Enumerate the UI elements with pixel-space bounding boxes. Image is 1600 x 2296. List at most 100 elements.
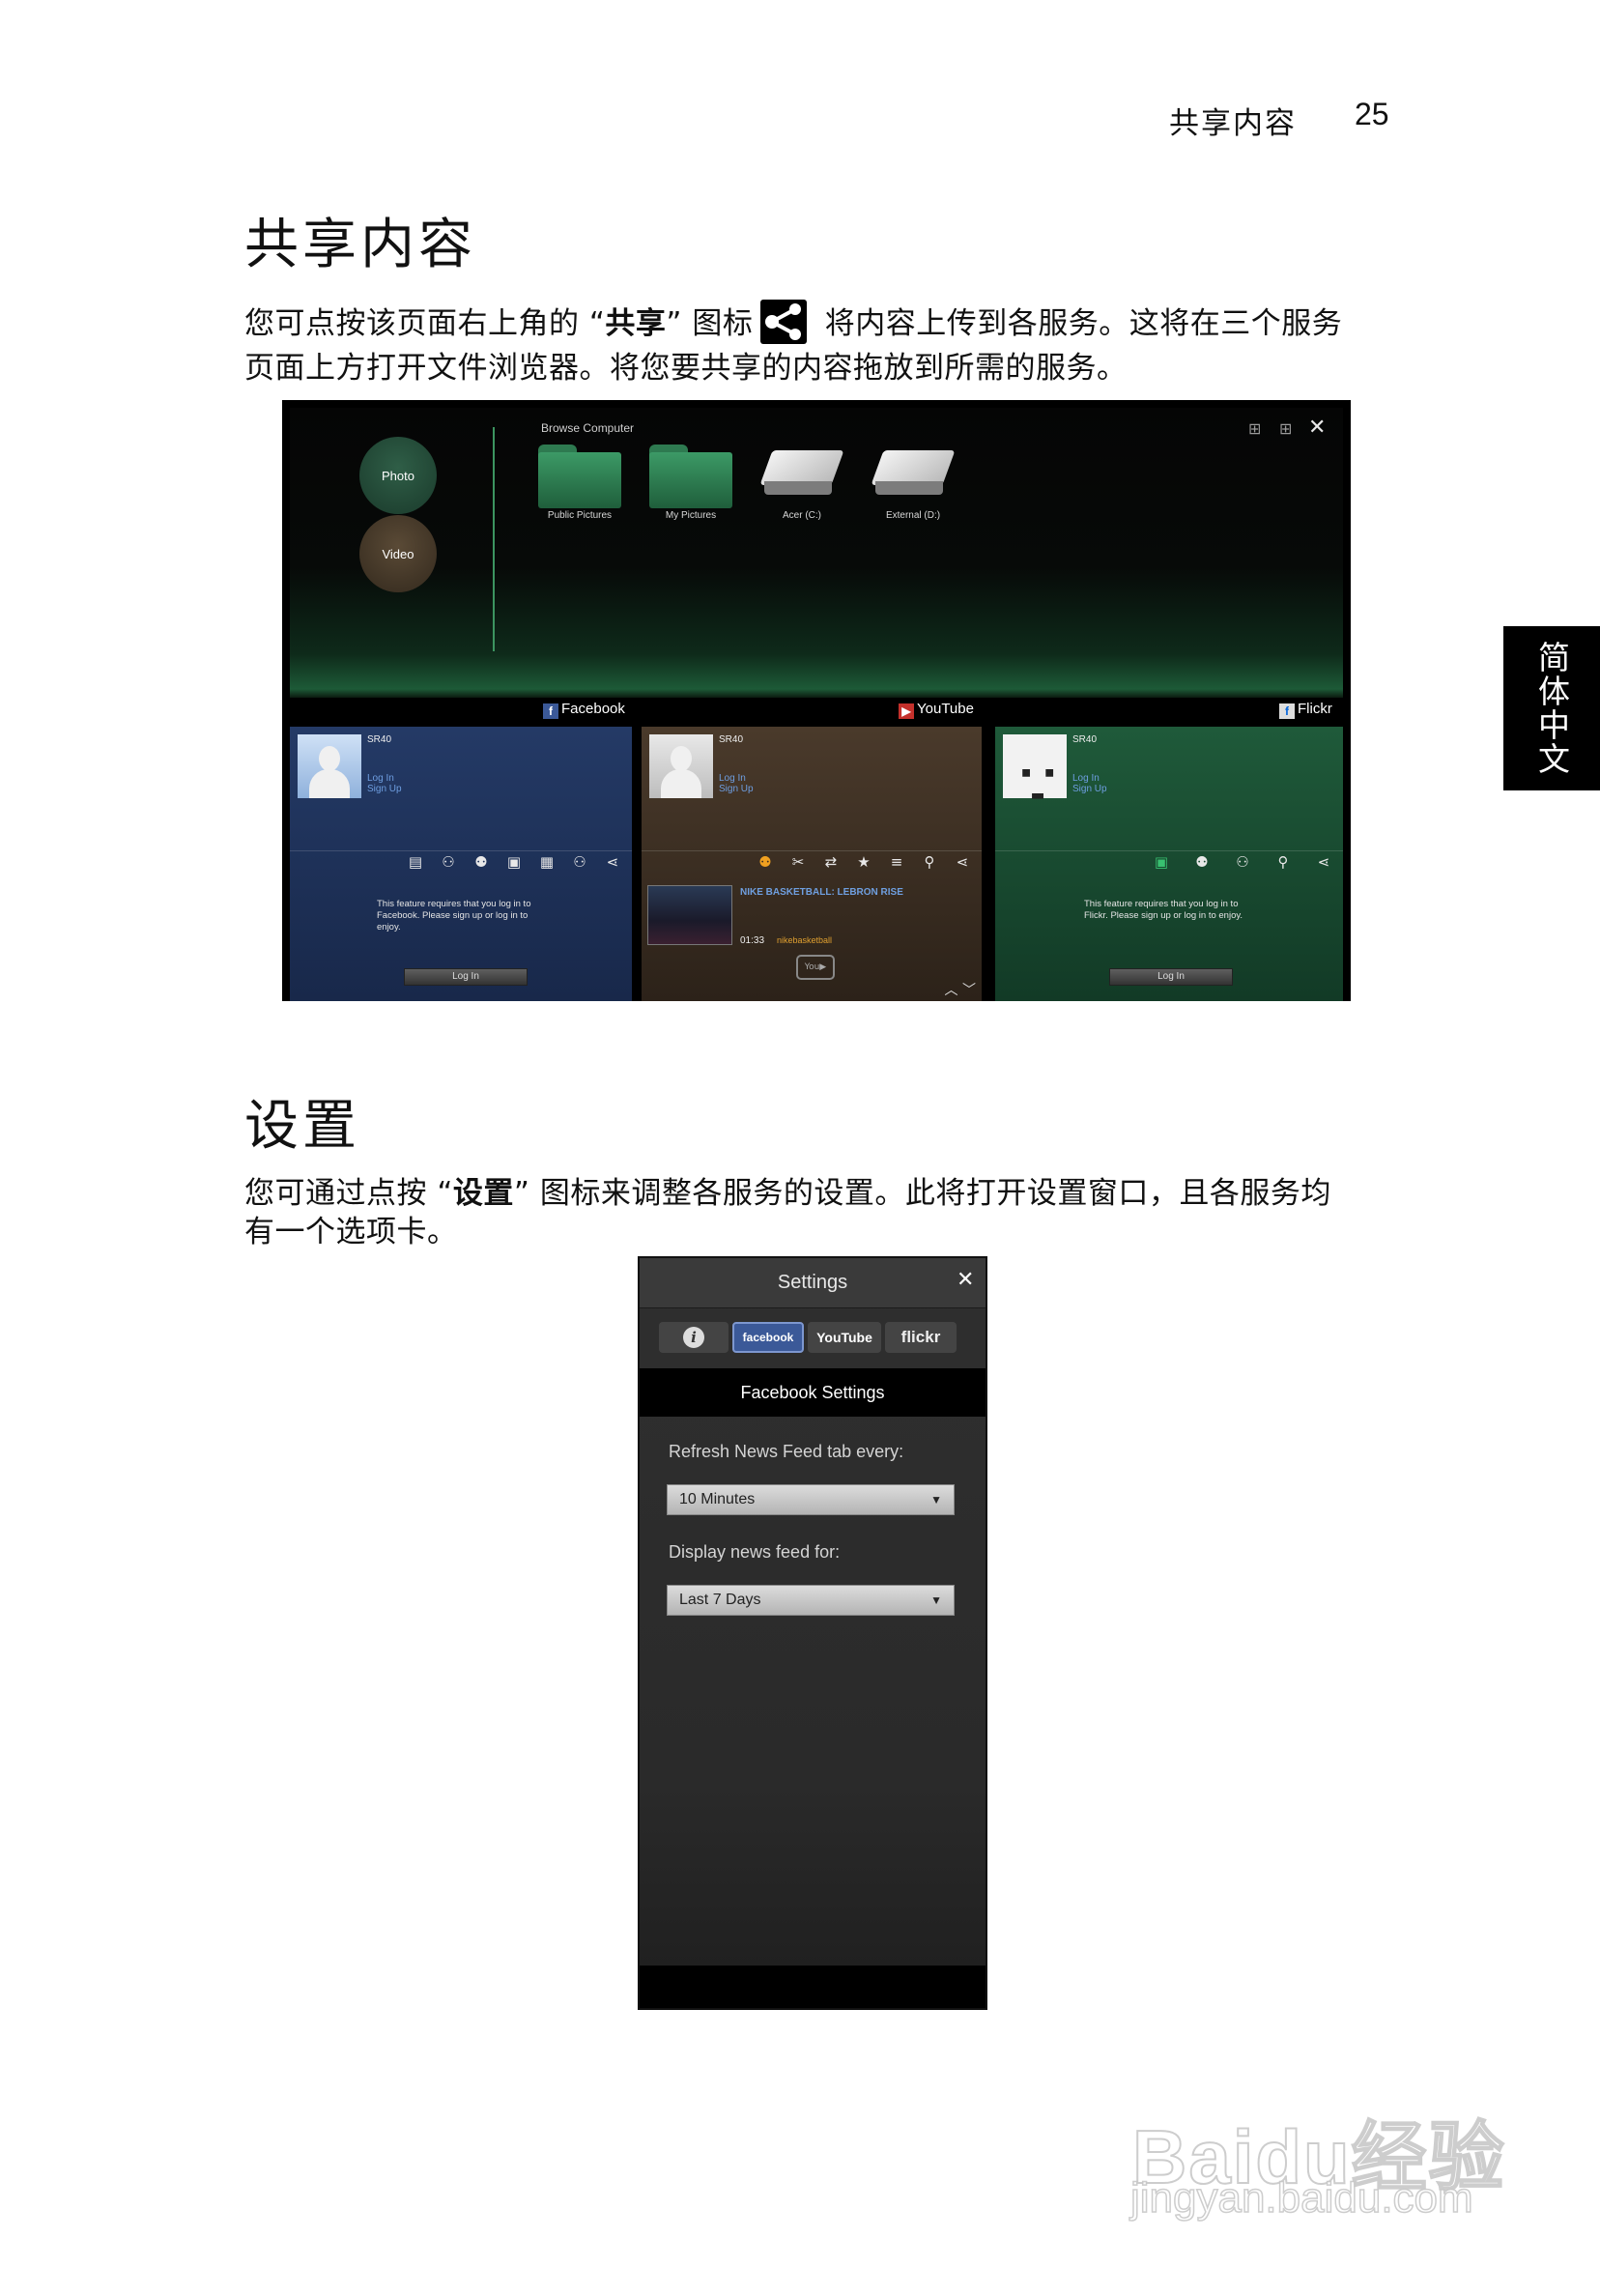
facebook-toolbar: ▤ ⚇ ⚉ ▣ ▦ ⚇ ⋖ bbox=[290, 850, 632, 872]
settings-section-title: Facebook Settings bbox=[640, 1368, 986, 1417]
language-side-tab: 简体中文 bbox=[1503, 626, 1600, 790]
settings-heading: 设置 bbox=[244, 1095, 360, 1158]
photo-button[interactable]: Photo bbox=[359, 437, 437, 514]
login-link[interactable]: Log In bbox=[719, 773, 754, 784]
login-notice: This feature requires that you log in to… bbox=[377, 899, 531, 933]
display-period-select[interactable]: Last 7 Days ▼ bbox=[667, 1585, 955, 1616]
signup-link[interactable]: Sign Up bbox=[1072, 784, 1107, 794]
drive-tile-external[interactable]: External (D:) bbox=[870, 445, 957, 521]
scroll-arrows-icon[interactable]: ︿ ﹀ bbox=[945, 980, 976, 999]
flickr-service-label: f Flickr bbox=[1279, 701, 1332, 719]
hard-drive-icon bbox=[759, 445, 844, 504]
settings-footer bbox=[640, 1966, 986, 2008]
refresh-label: Refresh News Feed tab every: bbox=[669, 1442, 904, 1461]
profile-icon[interactable]: ⚇ bbox=[572, 853, 587, 871]
settings-tabs: i facebook YouTube flickr bbox=[659, 1322, 970, 1353]
settings-title: Settings bbox=[777, 1272, 848, 1293]
account-links: Log In Sign Up bbox=[367, 773, 402, 794]
flickr-toolbar: ▣ ⚉ ⚇ ⚲ ⋖ bbox=[995, 850, 1343, 872]
subscriptions-icon[interactable]: ⚉ bbox=[757, 853, 773, 871]
list-icon[interactable]: ≡ bbox=[889, 853, 904, 871]
share-app-screenshot: Photo Video Browse Computer ⊞ ⊞ ✕ Public… bbox=[282, 400, 1351, 1001]
account-links: Log In Sign Up bbox=[719, 773, 754, 794]
tab-facebook[interactable]: facebook bbox=[732, 1322, 804, 1353]
upload-icon[interactable]: ⇄ bbox=[823, 853, 839, 871]
share-paragraph-line2: 页面上方打开文件浏览器。将您要共享的内容拖放到所需的服务。 bbox=[244, 351, 1128, 386]
folder-tile-my-pictures[interactable]: My Pictures bbox=[647, 445, 734, 521]
tile-label: External (D:) bbox=[885, 510, 941, 521]
flickr-panel[interactable]: ▪ ▪ ▬ SR40 Log In Sign Up ▣ ⚉ ⚇ ⚲ ⋖ This… bbox=[995, 727, 1343, 1001]
contacts-icon[interactable]: ⚉ bbox=[1194, 853, 1210, 871]
photo-icon[interactable]: ▣ bbox=[506, 853, 522, 871]
tab-flickr[interactable]: flickr bbox=[885, 1322, 957, 1353]
settings-paragraph-line2: 有一个选项卡。 bbox=[244, 1215, 458, 1249]
facebook-icon: f bbox=[543, 703, 558, 719]
add-friend-icon[interactable]: ⚇ bbox=[441, 853, 456, 871]
signup-link[interactable]: Sign Up bbox=[719, 784, 754, 794]
news-feed-icon[interactable]: ▤ bbox=[408, 853, 423, 871]
facebook-panel[interactable]: SR40 Log In Sign Up ▤ ⚇ ⚉ ▣ ▦ ⚇ ⋖ This f… bbox=[290, 727, 632, 1001]
youtube-icon: ▶ bbox=[899, 703, 914, 719]
refresh-interval-select[interactable]: 10 Minutes ▼ bbox=[667, 1484, 955, 1515]
dropdown-arrow-icon: ▼ bbox=[930, 1593, 942, 1607]
close-icon[interactable]: ✕ bbox=[957, 1268, 974, 1292]
share-icon bbox=[760, 299, 808, 344]
username: SR40 bbox=[367, 734, 392, 745]
file-browser-area: Photo Video Browse Computer ⊞ ⊞ ✕ Public… bbox=[290, 408, 1343, 698]
share-icon[interactable]: ⋖ bbox=[605, 853, 620, 871]
tools-icon[interactable]: ✂ bbox=[790, 853, 806, 871]
share-icon[interactable]: ⋖ bbox=[1316, 853, 1331, 871]
settings-dialog: Settings ✕ i facebook YouTube flickr Fac… bbox=[638, 1256, 987, 2010]
login-link[interactable]: Log In bbox=[1072, 773, 1107, 784]
tab-info[interactable]: i bbox=[659, 1322, 729, 1353]
youtube-service-label: ▶ YouTube bbox=[899, 701, 974, 719]
share-heading: 共享内容 bbox=[244, 214, 476, 276]
dropdown-arrow-icon: ▼ bbox=[930, 1493, 942, 1507]
page-number: 25 bbox=[1355, 97, 1389, 131]
folder-tile-public-pictures[interactable]: Public Pictures bbox=[536, 445, 623, 521]
add-contact-icon[interactable]: ⚇ bbox=[1235, 853, 1250, 871]
flickr-icon: f bbox=[1279, 703, 1295, 719]
avatar bbox=[298, 734, 361, 798]
video-duration: 01:33 bbox=[740, 935, 765, 946]
username: SR40 bbox=[719, 734, 744, 745]
favorites-icon[interactable]: ★ bbox=[856, 853, 871, 871]
video-button[interactable]: Video bbox=[359, 515, 437, 592]
close-icon[interactable]: ✕ bbox=[1308, 416, 1326, 440]
account-links: Log In Sign Up bbox=[1072, 773, 1107, 794]
video-icon[interactable]: ▦ bbox=[539, 853, 555, 871]
username: SR40 bbox=[1072, 734, 1098, 745]
search-icon[interactable]: ⚲ bbox=[1275, 853, 1291, 871]
search-icon[interactable]: ⚲ bbox=[922, 853, 937, 871]
share-paragraph-line1: 您可点按该页面右上角的 “共享” 图标 将内容上传到各服务。这将在三个服务 bbox=[244, 299, 1342, 348]
drive-tile-acer[interactable]: Acer (C:) bbox=[758, 445, 845, 521]
login-link[interactable]: Log In bbox=[367, 773, 402, 784]
grid-view-icon[interactable]: ⊞ bbox=[1279, 419, 1292, 438]
login-button[interactable]: Log In bbox=[1109, 968, 1233, 986]
share-icon[interactable]: ⋖ bbox=[955, 853, 970, 871]
youtube-logo-icon: You▶ bbox=[796, 955, 835, 980]
display-label: Display news feed for: bbox=[669, 1542, 841, 1562]
facebook-service-label: f Facebook bbox=[543, 701, 625, 719]
display-period-value: Last 7 Days bbox=[679, 1592, 761, 1608]
avatar: ▪ ▪ ▬ bbox=[1003, 734, 1067, 806]
video-thumbnail[interactable] bbox=[647, 885, 732, 945]
youtube-panel[interactable]: SR40 Log In Sign Up ⚉ ✂ ⇄ ★ ≡ ⚲ ⋖ NIKE B… bbox=[642, 727, 982, 1001]
view-toggle-icon[interactable]: ⊞ bbox=[1248, 419, 1261, 438]
video-channel[interactable]: nikebasketball bbox=[777, 935, 832, 945]
running-header-title: 共享内容 bbox=[1169, 106, 1297, 141]
tile-label: Public Pictures bbox=[547, 510, 613, 521]
signup-link[interactable]: Sign Up bbox=[367, 784, 402, 794]
video-title[interactable]: NIKE BASKETBALL: LEBRON RISE bbox=[740, 887, 903, 898]
usb-drive-icon bbox=[871, 445, 956, 504]
login-notice: This feature requires that you log in to… bbox=[1084, 899, 1243, 921]
refresh-interval-value: 10 Minutes bbox=[679, 1491, 756, 1507]
photostream-icon[interactable]: ▣ bbox=[1154, 853, 1169, 871]
login-button[interactable]: Log In bbox=[404, 968, 528, 986]
friends-icon[interactable]: ⚉ bbox=[473, 853, 489, 871]
tab-youtube[interactable]: YouTube bbox=[808, 1322, 881, 1353]
youtube-toolbar: ⚉ ✂ ⇄ ★ ≡ ⚲ ⋖ bbox=[642, 850, 982, 872]
info-icon: i bbox=[683, 1327, 704, 1348]
tile-label: My Pictures bbox=[665, 510, 717, 521]
avatar bbox=[649, 734, 713, 798]
